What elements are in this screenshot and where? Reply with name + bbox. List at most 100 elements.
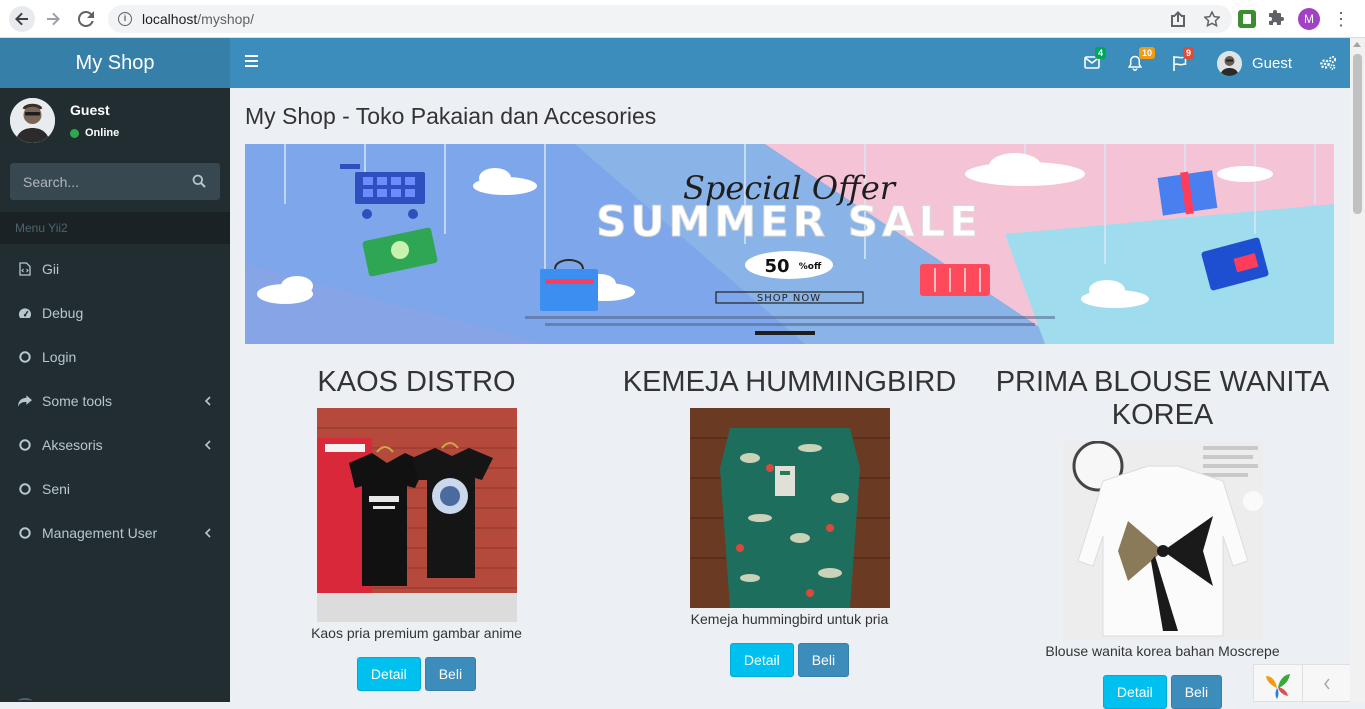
sidebar-item-label: Login xyxy=(42,349,77,365)
online-status-icon xyxy=(70,128,79,138)
menu-header: Menu Yii2 xyxy=(0,212,230,244)
banner-discount-suffix: %off xyxy=(799,262,822,272)
sidebar-search xyxy=(10,163,220,200)
buy-button[interactable]: Beli xyxy=(1170,675,1223,709)
user-menu[interactable]: Guest xyxy=(1217,51,1292,76)
top-navbar: 4 10 9 Guest xyxy=(230,38,1350,88)
product-card: PRIMA BLOUSE WANITA KOREA Blouse wanita … xyxy=(991,366,1334,709)
sidebar-item-management-user[interactable]: Management User xyxy=(0,511,230,555)
sidebar-item-gii[interactable]: Gii xyxy=(0,247,230,291)
page-scrollbar[interactable] xyxy=(1350,38,1365,702)
chevron-left-icon xyxy=(204,440,211,450)
sidebar-item-aksesoris[interactable]: Aksesoris xyxy=(0,423,230,467)
sidebar-item-label: Some tools xyxy=(42,393,113,409)
circle-icon xyxy=(18,526,32,540)
user-menu-name: Guest xyxy=(1252,55,1293,72)
chevron-left-icon xyxy=(1323,678,1330,690)
circle-icon xyxy=(18,350,32,364)
control-sidebar-toggle[interactable] xyxy=(1319,53,1339,73)
url-text[interactable]: localhost/myshop/ xyxy=(142,11,254,27)
detail-button[interactable]: Detail xyxy=(356,657,421,691)
sidebar-item-some-tools[interactable]: Some tools xyxy=(0,379,230,423)
product-image[interactable] xyxy=(1062,441,1263,640)
sidebar-item-debug[interactable]: Debug xyxy=(0,291,230,335)
sidebar-search-input[interactable] xyxy=(10,173,180,190)
dashboard-icon xyxy=(18,306,32,320)
product-image[interactable] xyxy=(689,408,890,608)
notifications-badge: 10 xyxy=(1139,47,1156,59)
scroll-up-icon[interactable] xyxy=(1353,42,1361,47)
circle-icon xyxy=(18,482,32,496)
buy-button[interactable]: Beli xyxy=(797,643,850,677)
product-description: Kaos pria premium gambar anime xyxy=(311,625,522,641)
product-card: KEMEJA HUMMINGBIRD Kemeja hummingbird un… xyxy=(618,366,961,677)
content-wrapper: My Shop - Toko Pakaian dan Accesories Sp… xyxy=(230,88,1350,709)
messages-badge: 4 xyxy=(1095,47,1107,59)
sidebar-item-seni[interactable]: Seni xyxy=(0,467,230,511)
scrollbar-thumb[interactable] xyxy=(1353,54,1362,214)
arrow-left-icon xyxy=(15,12,28,25)
sidebar-item-label: Management User xyxy=(42,525,158,541)
more-menu-icon[interactable]: ⋮ xyxy=(1332,10,1350,28)
reload-icon xyxy=(78,10,94,27)
debug-toolbar-toggle[interactable] xyxy=(1302,665,1350,703)
file-code-icon xyxy=(18,262,32,276)
messages-menu[interactable]: 4 xyxy=(1084,47,1107,73)
profile-avatar[interactable]: M xyxy=(1298,8,1320,30)
yii-logo-icon[interactable] xyxy=(1262,670,1294,700)
user-avatar xyxy=(1217,51,1242,76)
user-status-label: Online xyxy=(85,127,120,139)
user-status: Online xyxy=(70,127,119,139)
sidebar-item-login[interactable]: Login xyxy=(0,335,230,379)
page-title: My Shop - Toko Pakaian dan Accesories xyxy=(245,103,657,129)
sidebar-overflow-item xyxy=(18,698,32,704)
detail-button[interactable]: Detail xyxy=(729,643,794,677)
forward-button[interactable] xyxy=(41,7,65,31)
yii-debug-toolbar xyxy=(1253,664,1350,703)
arrow-right-icon xyxy=(47,12,60,25)
main-sidebar: Guest Online Menu Yii2 Gii Debug Login S… xyxy=(0,88,230,702)
product-name: KEMEJA HUMMINGBIRD xyxy=(622,366,957,398)
address-bar[interactable]: i localhost/myshop/ xyxy=(108,5,1232,33)
back-button[interactable] xyxy=(9,5,35,32)
product-name: PRIMA BLOUSE WANITA KOREA xyxy=(995,366,1330,431)
tasks-menu[interactable]: 9 xyxy=(1172,47,1195,73)
browser-toolbar: i localhost/myshop/ M ⋮ xyxy=(0,0,1365,38)
buy-button[interactable]: Beli xyxy=(424,657,477,691)
site-info-icon[interactable]: i xyxy=(118,12,132,26)
promo-banner[interactable]: Special Offer SUMMER SALE 50 %off SHOP N… xyxy=(245,144,1334,344)
product-card: KAOS DISTRO Kaos pria premium gambar ani… xyxy=(245,366,588,691)
banner-discount: 50 xyxy=(764,256,789,277)
product-name: KAOS DISTRO xyxy=(317,366,516,398)
detail-button[interactable]: Detail xyxy=(1102,675,1167,709)
sidebar-item-label: Seni xyxy=(42,481,71,497)
brand-logo[interactable]: My Shop xyxy=(0,38,230,88)
gears-icon xyxy=(1320,55,1337,70)
circle-icon xyxy=(18,438,32,452)
notifications-menu[interactable]: 10 xyxy=(1127,47,1156,73)
tasks-badge: 9 xyxy=(1183,47,1195,59)
reload-button[interactable] xyxy=(74,7,98,31)
sidebar-item-label: Gii xyxy=(42,261,60,277)
brand-text: My Shop xyxy=(75,51,155,74)
puzzle-icon[interactable] xyxy=(1268,10,1286,28)
product-description: Kemeja hummingbird untuk pria xyxy=(690,611,889,627)
share-icon[interactable] xyxy=(1170,11,1186,27)
sidebar-user-avatar xyxy=(10,98,55,143)
chevron-left-icon xyxy=(204,528,211,538)
summer-sale-banner-image: Special Offer SUMMER SALE 50 %off SHOP N… xyxy=(245,144,1334,344)
product-image[interactable] xyxy=(316,408,517,622)
chevron-left-icon xyxy=(204,396,211,406)
search-icon[interactable] xyxy=(192,174,206,188)
extension-icon[interactable] xyxy=(1238,10,1256,28)
product-description: Blouse wanita korea bahan Moscrepe xyxy=(1045,643,1280,659)
star-icon[interactable] xyxy=(1204,11,1220,27)
sidebar-item-label: Aksesoris xyxy=(42,437,103,453)
share-icon xyxy=(18,394,32,408)
sidebar-toggle-icon[interactable] xyxy=(245,55,258,67)
banner-cta: SHOP NOW xyxy=(757,293,821,304)
sidebar-menu: Gii Debug Login Some tools Aksesoris Sen… xyxy=(0,247,230,555)
sidebar-user-name: Guest xyxy=(70,102,110,118)
user-panel: Guest Online xyxy=(10,98,220,144)
sidebar-item-label: Debug xyxy=(42,305,84,321)
